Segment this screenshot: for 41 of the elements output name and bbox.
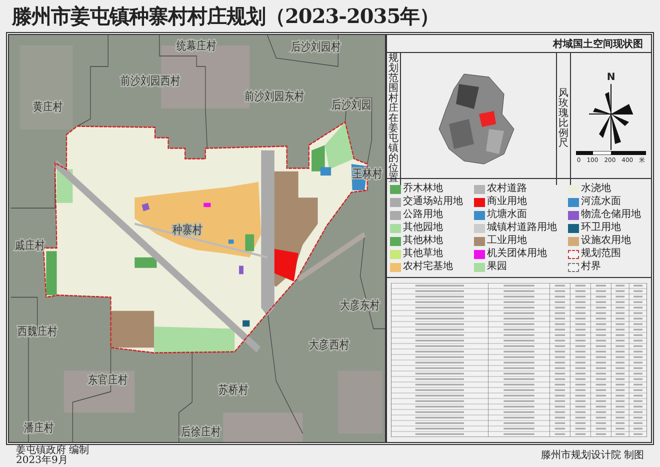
legend-label: 公路用地 xyxy=(403,210,443,220)
village-label: 大彦西村 xyxy=(309,338,350,352)
legend-label: 设施农用地 xyxy=(581,236,631,246)
legend-label: 商业用地 xyxy=(487,197,527,207)
legend-label: 规划范围 xyxy=(581,249,621,259)
village-label: 戚庄村 xyxy=(15,238,46,252)
legend-label: 水浇地 xyxy=(581,184,611,194)
north-label: N xyxy=(606,73,616,83)
legend-label: 村界 xyxy=(581,262,601,272)
village-label: 黄庄村 xyxy=(32,100,63,114)
wind-scale-label: 风玫瑰比例尺 xyxy=(558,89,568,149)
legend-label: 坑塘水面 xyxy=(487,210,527,220)
legend-label: 机关团体用地 xyxy=(487,249,547,259)
village-label: 潘庄村 xyxy=(24,420,54,435)
scale-bar xyxy=(576,151,646,155)
legend-label: 物流仓储用地 xyxy=(581,210,641,220)
legend-label: 农村宅基地 xyxy=(403,262,453,272)
legend-label: 环卫用地 xyxy=(581,223,621,233)
village-label: 王林村 xyxy=(352,166,382,181)
legend-label: 河流水面 xyxy=(581,197,621,207)
village-label: 后沙刘园 xyxy=(331,98,372,112)
map-subtitle: 村域国土空间现状图 xyxy=(553,38,643,50)
legend-label: 工业用地 xyxy=(487,236,527,246)
village-label: 种寨村 xyxy=(172,222,203,236)
credit-text: 姜屯镇政府 编制 xyxy=(16,446,90,456)
legend-label: 农村道路 xyxy=(487,184,527,194)
village-label: 统幕庄村 xyxy=(176,38,217,53)
village-label: 后徐庄村 xyxy=(180,424,222,439)
legend-label: 其他林地 xyxy=(403,236,443,246)
legend-label: 交通场站用地 xyxy=(403,197,463,207)
legend-label: 城镇村道路用地 xyxy=(487,223,557,233)
map-title: 滕州市姜屯镇种寨村村庄规划（2023-2035年） xyxy=(12,2,440,30)
village-label: 苏桥村 xyxy=(218,382,249,397)
legend-label: 其他草地 xyxy=(403,249,443,259)
legend-label: 乔木林地 xyxy=(403,184,443,194)
legend-label: 果园 xyxy=(487,262,507,272)
village-label: 前沙刘园西村 xyxy=(120,74,181,88)
credit-text: 2023年9月 xyxy=(16,456,69,466)
credit-text: 滕州市规划设计院 制图 xyxy=(540,451,644,461)
legend-label: 其他园地 xyxy=(403,223,443,233)
village-label: 前沙刘园东村 xyxy=(244,89,304,104)
